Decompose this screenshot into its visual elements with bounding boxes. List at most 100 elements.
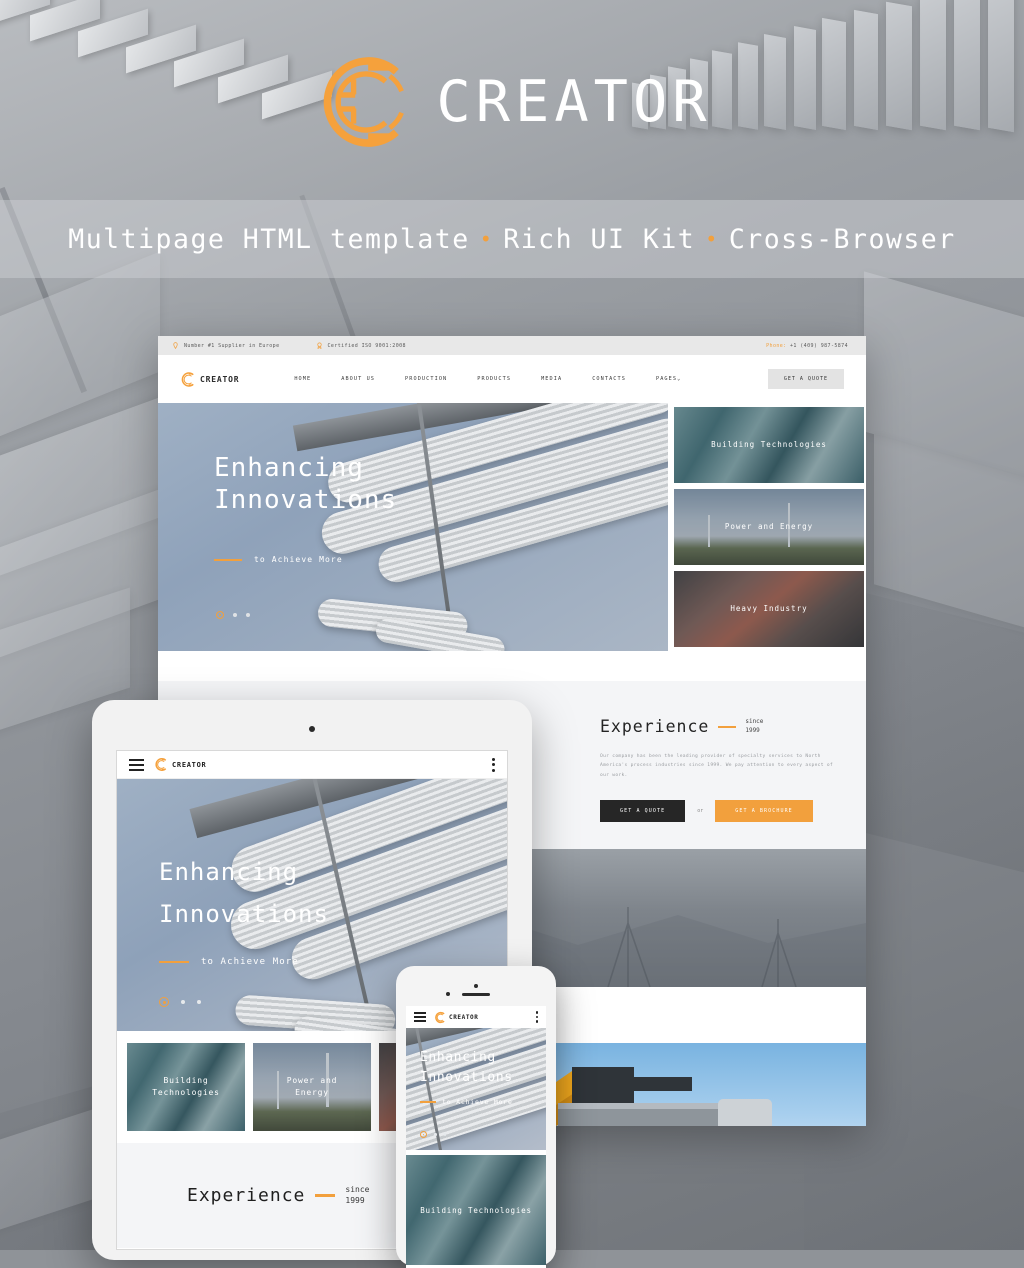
slider-dot-3[interactable] xyxy=(443,1133,447,1136)
nav-item-contacts[interactable]: CONTACTS xyxy=(592,376,626,382)
desktop-topbar: Number #1 Supplier in Europe Certified I… xyxy=(158,336,866,355)
experience-since-line2: 1999 xyxy=(745,726,760,734)
slider-dot-2[interactable] xyxy=(434,1133,437,1136)
nav-item-production[interactable]: PRODUCTION xyxy=(405,376,447,382)
experience-buttons: GET A QUOTE or GET A BROCHURE xyxy=(600,800,840,823)
category-card-heavy-industry[interactable]: Heavy Industry xyxy=(674,571,864,647)
nav-item-pages[interactable]: PAGES⌄ xyxy=(656,376,681,382)
desktop-spacer xyxy=(158,651,866,681)
experience-since: since 1999 xyxy=(745,718,763,734)
kebab-menu-icon[interactable] xyxy=(492,755,495,774)
experience-since-line1: since xyxy=(745,718,764,726)
nav-item-products[interactable]: PRODUCTS xyxy=(477,376,511,382)
hero-pipes-illustration xyxy=(255,403,668,651)
tablet-slider-dots[interactable] xyxy=(159,997,213,1007)
nav-item-about-us[interactable]: ABOUT US xyxy=(341,376,375,382)
phone-hero: Enhancing Innovations to Achieve More xyxy=(406,1028,546,1150)
category-card-power-and-energy[interactable]: Power and Energy xyxy=(674,489,864,565)
desktop-logo[interactable]: CREATOR xyxy=(180,371,239,388)
desktop-nav-menu: HOME ABOUT US PRODUCTION PRODUCTS MEDIA … xyxy=(294,376,711,382)
phone-screen: CREATOR Enhancing Innovations to Achieve… xyxy=(406,1006,546,1268)
topbar-certified-label: Certified ISO 9001:2008 xyxy=(327,342,406,349)
desktop-category-cards: Building Technologies Power and Energy H… xyxy=(668,403,866,651)
topbar-phone[interactable]: Phone: +1 (409) 987-5874 xyxy=(766,343,848,349)
desktop-slider-dots[interactable] xyxy=(216,611,259,619)
location-pin-icon xyxy=(173,342,178,349)
tablet-appbar: CREATOR xyxy=(117,751,507,779)
category-card-building-technologies[interactable]: Building Technologies xyxy=(406,1155,546,1265)
desktop-hero-subtitle: to Achieve More xyxy=(214,555,343,564)
creator-c-logo-icon xyxy=(324,57,405,147)
get-a-brochure-button[interactable]: GET A BROCHURE xyxy=(715,800,813,823)
slider-dot-1[interactable] xyxy=(159,997,169,1007)
tablet-brand-name: CREATOR xyxy=(172,760,207,769)
category-card-building-technologies[interactable]: Building Technologies xyxy=(127,1043,245,1131)
slider-dot-3[interactable] xyxy=(246,613,250,617)
desktop-hero-subtitle-text: to Achieve More xyxy=(254,555,343,564)
tablet-logo[interactable]: CREATOR xyxy=(154,757,206,772)
accent-dash xyxy=(718,725,737,728)
brand-logo: CREATOR xyxy=(0,32,1024,172)
desktop-hero-title-line1: Enhancing xyxy=(214,453,364,483)
category-card-label: Power and Energy xyxy=(724,521,814,531)
category-card-label: Building Technologies xyxy=(420,1205,532,1215)
phone-camera-icon xyxy=(474,984,478,988)
category-card-label: Building Technologies xyxy=(711,439,827,449)
hamburger-menu-icon[interactable] xyxy=(129,756,144,774)
slider-dot-2[interactable] xyxy=(233,613,237,617)
category-card-building-technologies[interactable]: Building Technologies xyxy=(674,407,864,483)
category-card-label: Building Technologies xyxy=(152,1075,219,1099)
tagline-band: Multipage HTML template • Rich UI Kit • Cros… xyxy=(0,200,1024,278)
experience-title: Experience xyxy=(600,717,710,736)
kebab-menu-icon[interactable] xyxy=(535,1009,538,1024)
topbar-phone-label: Phone: xyxy=(766,342,787,349)
experience-since-line1: since xyxy=(345,1184,370,1194)
topbar-supplier: Number #1 Supplier in Europe xyxy=(172,342,280,349)
desktop-get-a-quote-button[interactable]: GET A QUOTE xyxy=(767,369,844,389)
phone-hero-subtitle: to Achieve More xyxy=(420,1098,513,1106)
nav-item-home[interactable]: HOME xyxy=(294,376,311,382)
tablet-hero-title-line2: Innovations xyxy=(159,900,329,928)
nav-item-media[interactable]: MEDIA xyxy=(541,376,562,382)
get-a-quote-button[interactable]: GET A QUOTE xyxy=(600,800,686,823)
tablet-hero-subtitle: to Achieve More xyxy=(159,957,299,967)
experience-body-text: Our company has been the leading provide… xyxy=(600,754,833,778)
accent-dash xyxy=(159,961,189,963)
experience-since-line2: 1999 xyxy=(345,1195,365,1205)
topbar-supplier-label: Number #1 Supplier in Europe xyxy=(184,342,280,349)
phone-hero-title-line1: Enhancing xyxy=(420,1050,496,1065)
category-card-label: Heavy Industry xyxy=(730,603,808,613)
topbar-certified: Certified ISO 9001:2008 xyxy=(316,342,406,349)
hamburger-menu-icon[interactable] xyxy=(414,1010,426,1025)
tagline-part-2: Rich UI Kit xyxy=(503,223,696,255)
creator-c-logo-icon xyxy=(181,371,194,387)
tagline-part-3: Cross-Browser xyxy=(728,223,956,255)
category-card-power-and-energy[interactable]: Power and Energy xyxy=(253,1043,371,1131)
desktop-hero-title-line2: Innovations xyxy=(214,484,398,515)
phone-logo[interactable]: CREATOR xyxy=(434,1011,479,1024)
tablet-camera-icon xyxy=(309,726,315,732)
buttons-or-label: or xyxy=(697,808,704,815)
tagline-separator-1: • xyxy=(479,226,494,251)
accent-dash xyxy=(214,558,242,561)
nav-item-pages-label: PAGES xyxy=(655,376,678,382)
creator-c-logo-icon xyxy=(435,1011,445,1023)
experience-heading: Experience since 1999 xyxy=(600,717,840,736)
slider-dot-2[interactable] xyxy=(181,1000,185,1004)
tagline-text: Multipage HTML template • Rich UI Kit • Cros… xyxy=(68,224,955,255)
desktop-navbar: CREATOR HOME ABOUT US PRODUCTION PRODUCT… xyxy=(158,355,866,403)
slider-dot-1[interactable] xyxy=(420,1131,427,1138)
slider-dot-1[interactable] xyxy=(216,611,224,619)
topbar-phone-value: +1 (409) 987-5874 xyxy=(790,342,848,349)
category-card-label: Power and Energy xyxy=(287,1075,338,1099)
slider-dot-3[interactable] xyxy=(197,1000,201,1004)
category-card-label-line1: Power and xyxy=(286,1076,338,1085)
desktop-hero-slide: Enhancing Innovations to Achieve More xyxy=(158,403,668,651)
experience-title: Experience xyxy=(187,1185,306,1206)
phone-slider-dots[interactable] xyxy=(420,1131,453,1138)
tagline-separator-2: • xyxy=(705,226,719,251)
phone-brand-name: CREATOR xyxy=(449,1013,479,1021)
chevron-down-icon: ⌄ xyxy=(677,376,682,382)
phone-hero-title-line2: Innovations xyxy=(420,1069,513,1085)
tablet-hero-title: Enhancing Innovations xyxy=(159,851,329,935)
